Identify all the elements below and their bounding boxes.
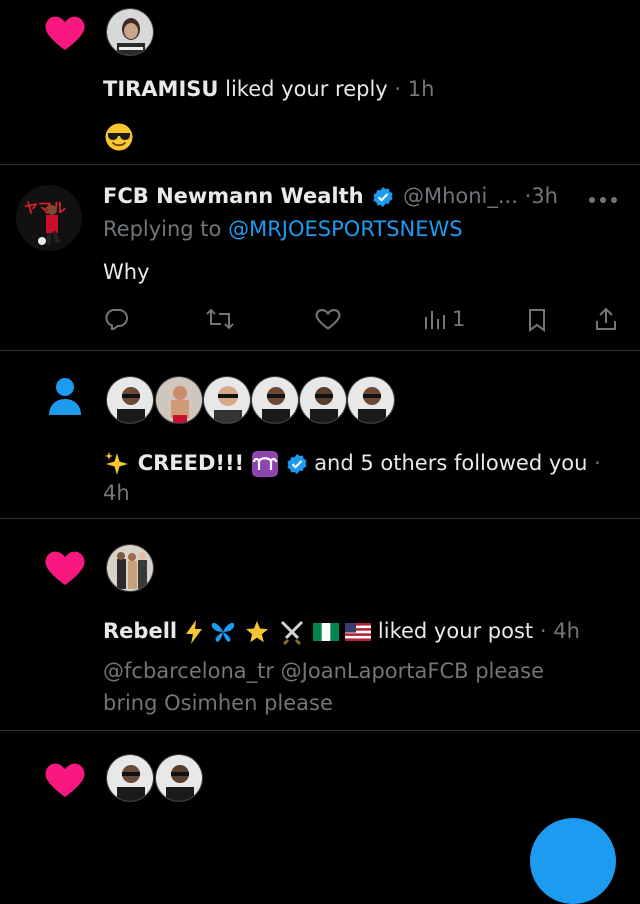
like-icon[interactable] (315, 308, 341, 330)
avatar[interactable] (251, 376, 299, 424)
separator-dot: · (394, 77, 402, 101)
compose-button[interactable] (530, 818, 616, 904)
lightning-emoji-icon (185, 620, 202, 644)
avatar[interactable] (155, 754, 203, 802)
avatar[interactable] (299, 376, 347, 424)
separator-dot: · (594, 451, 601, 475)
heart-icon (45, 16, 85, 50)
retweet-icon[interactable] (205, 308, 235, 330)
liked-post-preview-line-1: @fcbarcelona_tr @JoanLaportaFCB please (103, 659, 545, 683)
timestamp: 1h (407, 77, 435, 101)
sparkles-icon (105, 452, 128, 475)
user-name[interactable]: CREED!!! (138, 451, 244, 475)
replying-to: Replying to @MRJOESPORTSNEWS (103, 217, 463, 241)
heart-icon (45, 551, 85, 585)
more-options-icon[interactable] (588, 196, 618, 204)
timestamp: 3h (531, 184, 558, 208)
notification-like-tiramisu[interactable]: TIRAMISU liked your reply · 1h (0, 0, 640, 164)
notification-reply[interactable]: ヤマル FCB Newmann Wealth @Mhoni_... ·3h Re… (0, 165, 640, 350)
avatar[interactable] (106, 8, 154, 56)
user-name[interactable]: Rebell (103, 619, 177, 643)
views-icon[interactable] (423, 307, 447, 331)
verified-badge-icon (286, 454, 307, 474)
display-name[interactable]: FCB Newmann Wealth (103, 184, 364, 208)
timestamp: 4h (103, 481, 130, 505)
avatar[interactable] (106, 544, 154, 592)
reply-icon[interactable] (104, 308, 128, 330)
avatar[interactable] (106, 754, 154, 802)
timestamp: 4h (553, 619, 580, 643)
sunglasses-emoji-icon (105, 123, 133, 151)
crossed-swords-emoji-icon (280, 620, 303, 646)
liked-post-preview-line-2: bring Osimhen please (103, 691, 333, 715)
handle[interactable]: @Mhoni_... (403, 184, 518, 208)
person-icon (49, 378, 81, 415)
notification-text: CREED!!! and 5 others followed you · (103, 450, 601, 478)
svg-text:ヤマル: ヤマル (24, 201, 66, 217)
verified-badge-icon (373, 187, 393, 207)
replying-prefix: Replying to (103, 217, 222, 241)
bookmark-icon[interactable] (527, 308, 547, 332)
notification-text: TIRAMISU liked your reply · 1h (103, 77, 434, 101)
avatar[interactable]: ヤマル (16, 185, 82, 251)
action-text: liked your reply (225, 77, 388, 101)
notification-text: Rebell liked your post · 4h (103, 618, 580, 646)
nigeria-flag-icon (312, 623, 339, 641)
heart-icon (45, 763, 85, 797)
share-icon[interactable] (594, 306, 618, 332)
avatar[interactable] (347, 376, 395, 424)
separator-dot: · (539, 619, 547, 643)
user-name[interactable]: TIRAMISU (103, 77, 218, 101)
tweet-body: Why (103, 260, 150, 284)
notification-follow[interactable]: CREED!!! and 5 others followed you · 4h (0, 351, 640, 518)
aries-emoji-icon (251, 451, 278, 477)
usa-flag-icon (345, 623, 372, 641)
action-text: and 5 others followed you (314, 451, 588, 475)
notification-like-partial[interactable] (0, 731, 640, 836)
glowing-star-emoji-icon (246, 621, 269, 643)
avatar[interactable] (203, 376, 251, 424)
tweet-header: FCB Newmann Wealth @Mhoni_... ·3h (103, 184, 558, 208)
views-count: 1 (452, 307, 466, 331)
avatar[interactable] (106, 376, 154, 424)
action-text: liked your post (377, 619, 534, 643)
butterfly-emoji-icon (212, 622, 235, 642)
notification-like-rebell[interactable]: Rebell liked your post · 4h @fcbarcelona… (0, 519, 640, 730)
replying-to-handle[interactable]: @MRJOESPORTSNEWS (228, 217, 463, 241)
avatar[interactable] (155, 376, 203, 424)
